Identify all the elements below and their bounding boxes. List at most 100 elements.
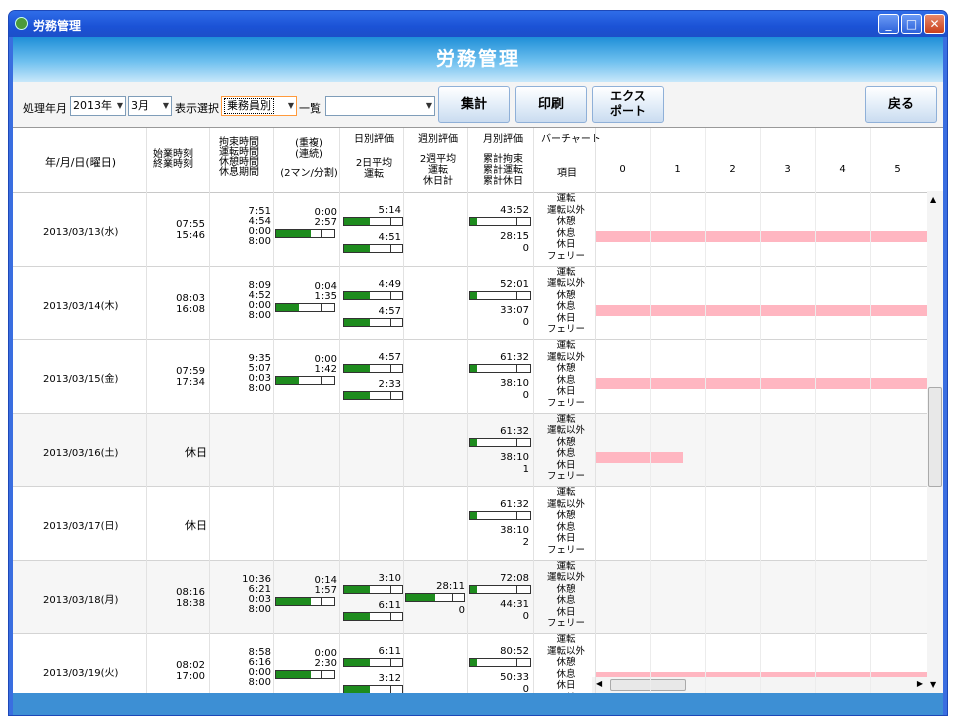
month-select[interactable]: 3月 ▼ (128, 96, 172, 116)
row-date: 2013/03/14(木) (43, 300, 119, 312)
vertical-scroll-thumb[interactable] (928, 387, 942, 487)
column-divider (209, 128, 210, 693)
row-time-t4: 8:00 (248, 236, 271, 247)
row-overlap-2: 2:30 (314, 658, 337, 669)
daily-bar-1 (343, 584, 403, 594)
overlap-bar-fill (276, 597, 311, 605)
overlap-bar (275, 229, 335, 238)
hour-label: 2 (729, 164, 736, 175)
display-select[interactable]: 乗務員別 ▼ (221, 96, 297, 116)
item-label: フェリー (546, 250, 585, 262)
item-label: 休息 (556, 668, 576, 680)
row-date: 2013/03/16(土) (43, 447, 119, 459)
overlap-bar-fill (276, 671, 311, 678)
table-row[interactable]: 2013/03/18(月) 08:16 18:38 10:36 6:21 0:03 8:00… (13, 560, 933, 634)
vertical-scrollbar[interactable]: ▲ ▼ (927, 191, 943, 693)
item-label: 運転以外 (546, 204, 585, 216)
table-row[interactable]: 2013/03/15(金) 07:59 17:34 9:35 5:07 0:03 8:00 0… (13, 340, 933, 414)
header-monthly-sub-2: 累計運転 (483, 165, 523, 176)
overlap-bar-fill (276, 303, 300, 311)
row-monthly-3: 0 (522, 390, 529, 401)
row-start-time: 08:16 (176, 586, 205, 598)
daily-bar-2 (343, 611, 403, 621)
daily-bar-1-tick (390, 218, 392, 225)
monthly-bar (469, 217, 531, 226)
page-header: 労務管理 (13, 37, 943, 82)
toolbar: 処理年月 2013年 ▼ 3月 ▼ 表示選択 乗務員別 ▼ 一覧 ▼ 集計 印刷 エク… (13, 82, 943, 127)
hour-gridline (815, 128, 816, 693)
monthly-bar (469, 658, 531, 667)
column-divider (403, 128, 404, 693)
horizontal-scroll-thumb[interactable] (610, 679, 686, 691)
header-overlap-2: (連続) (295, 149, 323, 160)
minimize-button[interactable]: _ (878, 14, 899, 34)
daily-bar-1-fill (344, 659, 371, 666)
export-button[interactable]: エクス ポート (592, 86, 664, 123)
row-monthly-1: 80:52 (500, 646, 529, 657)
row-monthly-2: 38:10 (500, 525, 529, 536)
daily-bar-2 (343, 317, 403, 327)
monthly-bar-fill (470, 512, 478, 519)
item-label: 休息 (556, 595, 576, 606)
column-divider (467, 128, 468, 693)
header-monthly: 月別評価 (483, 134, 523, 145)
header-weekly-sub-2: 運転 (428, 165, 448, 176)
row-times: 8:58 6:16 0:00 8:00 (233, 648, 271, 688)
hour-gridline (705, 128, 706, 693)
item-label: 休日 (556, 680, 576, 691)
list-select[interactable]: ▼ (325, 96, 435, 116)
header-monthly-sub-1: 累計拘束 (483, 154, 523, 165)
row-daily-1: 4:49 (378, 278, 401, 290)
table-row[interactable]: 2013/03/17(日) 休日 61:32 38:10 2 運転 運転以外 休憩 休息 休日 フェ… (13, 487, 933, 561)
scroll-right-icon[interactable]: ▶ (917, 679, 923, 688)
print-button[interactable]: 印刷 (515, 86, 587, 123)
header-daily: 日別評価 (354, 134, 394, 145)
scroll-down-icon[interactable]: ▼ (930, 680, 936, 689)
row-date: 2013/03/13(水) (43, 227, 119, 238)
row-start-time: 08:03 (176, 292, 205, 304)
header-overlap: (重複) (連続) (2マン/分割) (275, 138, 343, 179)
row-holiday: 休日 (185, 519, 207, 532)
year-select[interactable]: 2013年 ▼ (70, 96, 126, 116)
table-row[interactable]: 2013/03/16(土) 休日 61:32 38:10 1 運転 運転以外 休憩 休息 休日 フェ… (13, 413, 933, 487)
daily-bar-2-fill (344, 612, 371, 620)
item-label: 運転 (556, 413, 576, 425)
overlap-bar (275, 670, 335, 679)
header-times: 拘束時間 運転時間 休憩時間 休息期間 (219, 138, 259, 178)
maximize-button[interactable]: □ (901, 14, 922, 34)
row-start-end: 08:16 18:38 (163, 587, 205, 609)
row-monthly-2: 38:10 (500, 378, 529, 389)
monthly-bar-fill (470, 438, 478, 446)
header-monthly-sub-3: 累計休日 (483, 176, 523, 187)
row-start-time: 07:59 (176, 366, 205, 377)
client-area: 労務管理 処理年月 2013年 ▼ 3月 ▼ 表示選択 乗務員別 ▼ 一覧 ▼ 集計 … (13, 37, 943, 715)
scroll-left-icon[interactable]: ◀ (596, 679, 602, 688)
item-label: 運転以外 (546, 278, 585, 289)
item-label: 休憩 (556, 436, 576, 448)
table-row[interactable]: 2013/03/13(水) 07:55 15:46 7:51 4:54 0:00 8:00 0… (13, 193, 933, 267)
scroll-up-icon[interactable]: ▲ (930, 195, 936, 204)
daily-bar-2-fill (344, 392, 371, 399)
item-label: 運転以外 (546, 645, 585, 657)
item-label: 運転 (556, 487, 576, 498)
item-label: 運転以外 (546, 498, 585, 510)
row-end-time: 17:34 (176, 377, 205, 388)
row-time-t1: 10:36 (242, 573, 271, 585)
row-monthly-3: 0 (522, 243, 529, 254)
table-row[interactable]: 2013/03/14(木) 08:03 16:08 8:09 4:52 0:00 8:00 0… (13, 267, 933, 340)
overlap-bar-tick (321, 377, 323, 384)
header-daily-sub: 2日平均 運転 (343, 158, 405, 180)
rest-bar (596, 451, 683, 463)
aggregate-button[interactable]: 集計 (438, 86, 510, 123)
monthly-bar (469, 437, 531, 447)
row-time-t3: 0:03 (248, 593, 271, 605)
export-button-label-1: エクス (610, 89, 646, 103)
header-barchart: バーチャート (541, 134, 601, 145)
overlap-bar (275, 302, 335, 312)
row-monthly-3: 0 (522, 316, 529, 328)
print-button-label: 印刷 (537, 97, 564, 112)
close-button[interactable]: ✕ (924, 14, 945, 34)
labor-grid[interactable]: 年/月/日(曜日) 始業時刻 終業時刻 拘束時間 運転時間 休憩時間 休息期間 … (13, 127, 943, 693)
back-button[interactable]: 戻る (865, 86, 937, 123)
row-time-t4: 8:00 (248, 677, 271, 688)
